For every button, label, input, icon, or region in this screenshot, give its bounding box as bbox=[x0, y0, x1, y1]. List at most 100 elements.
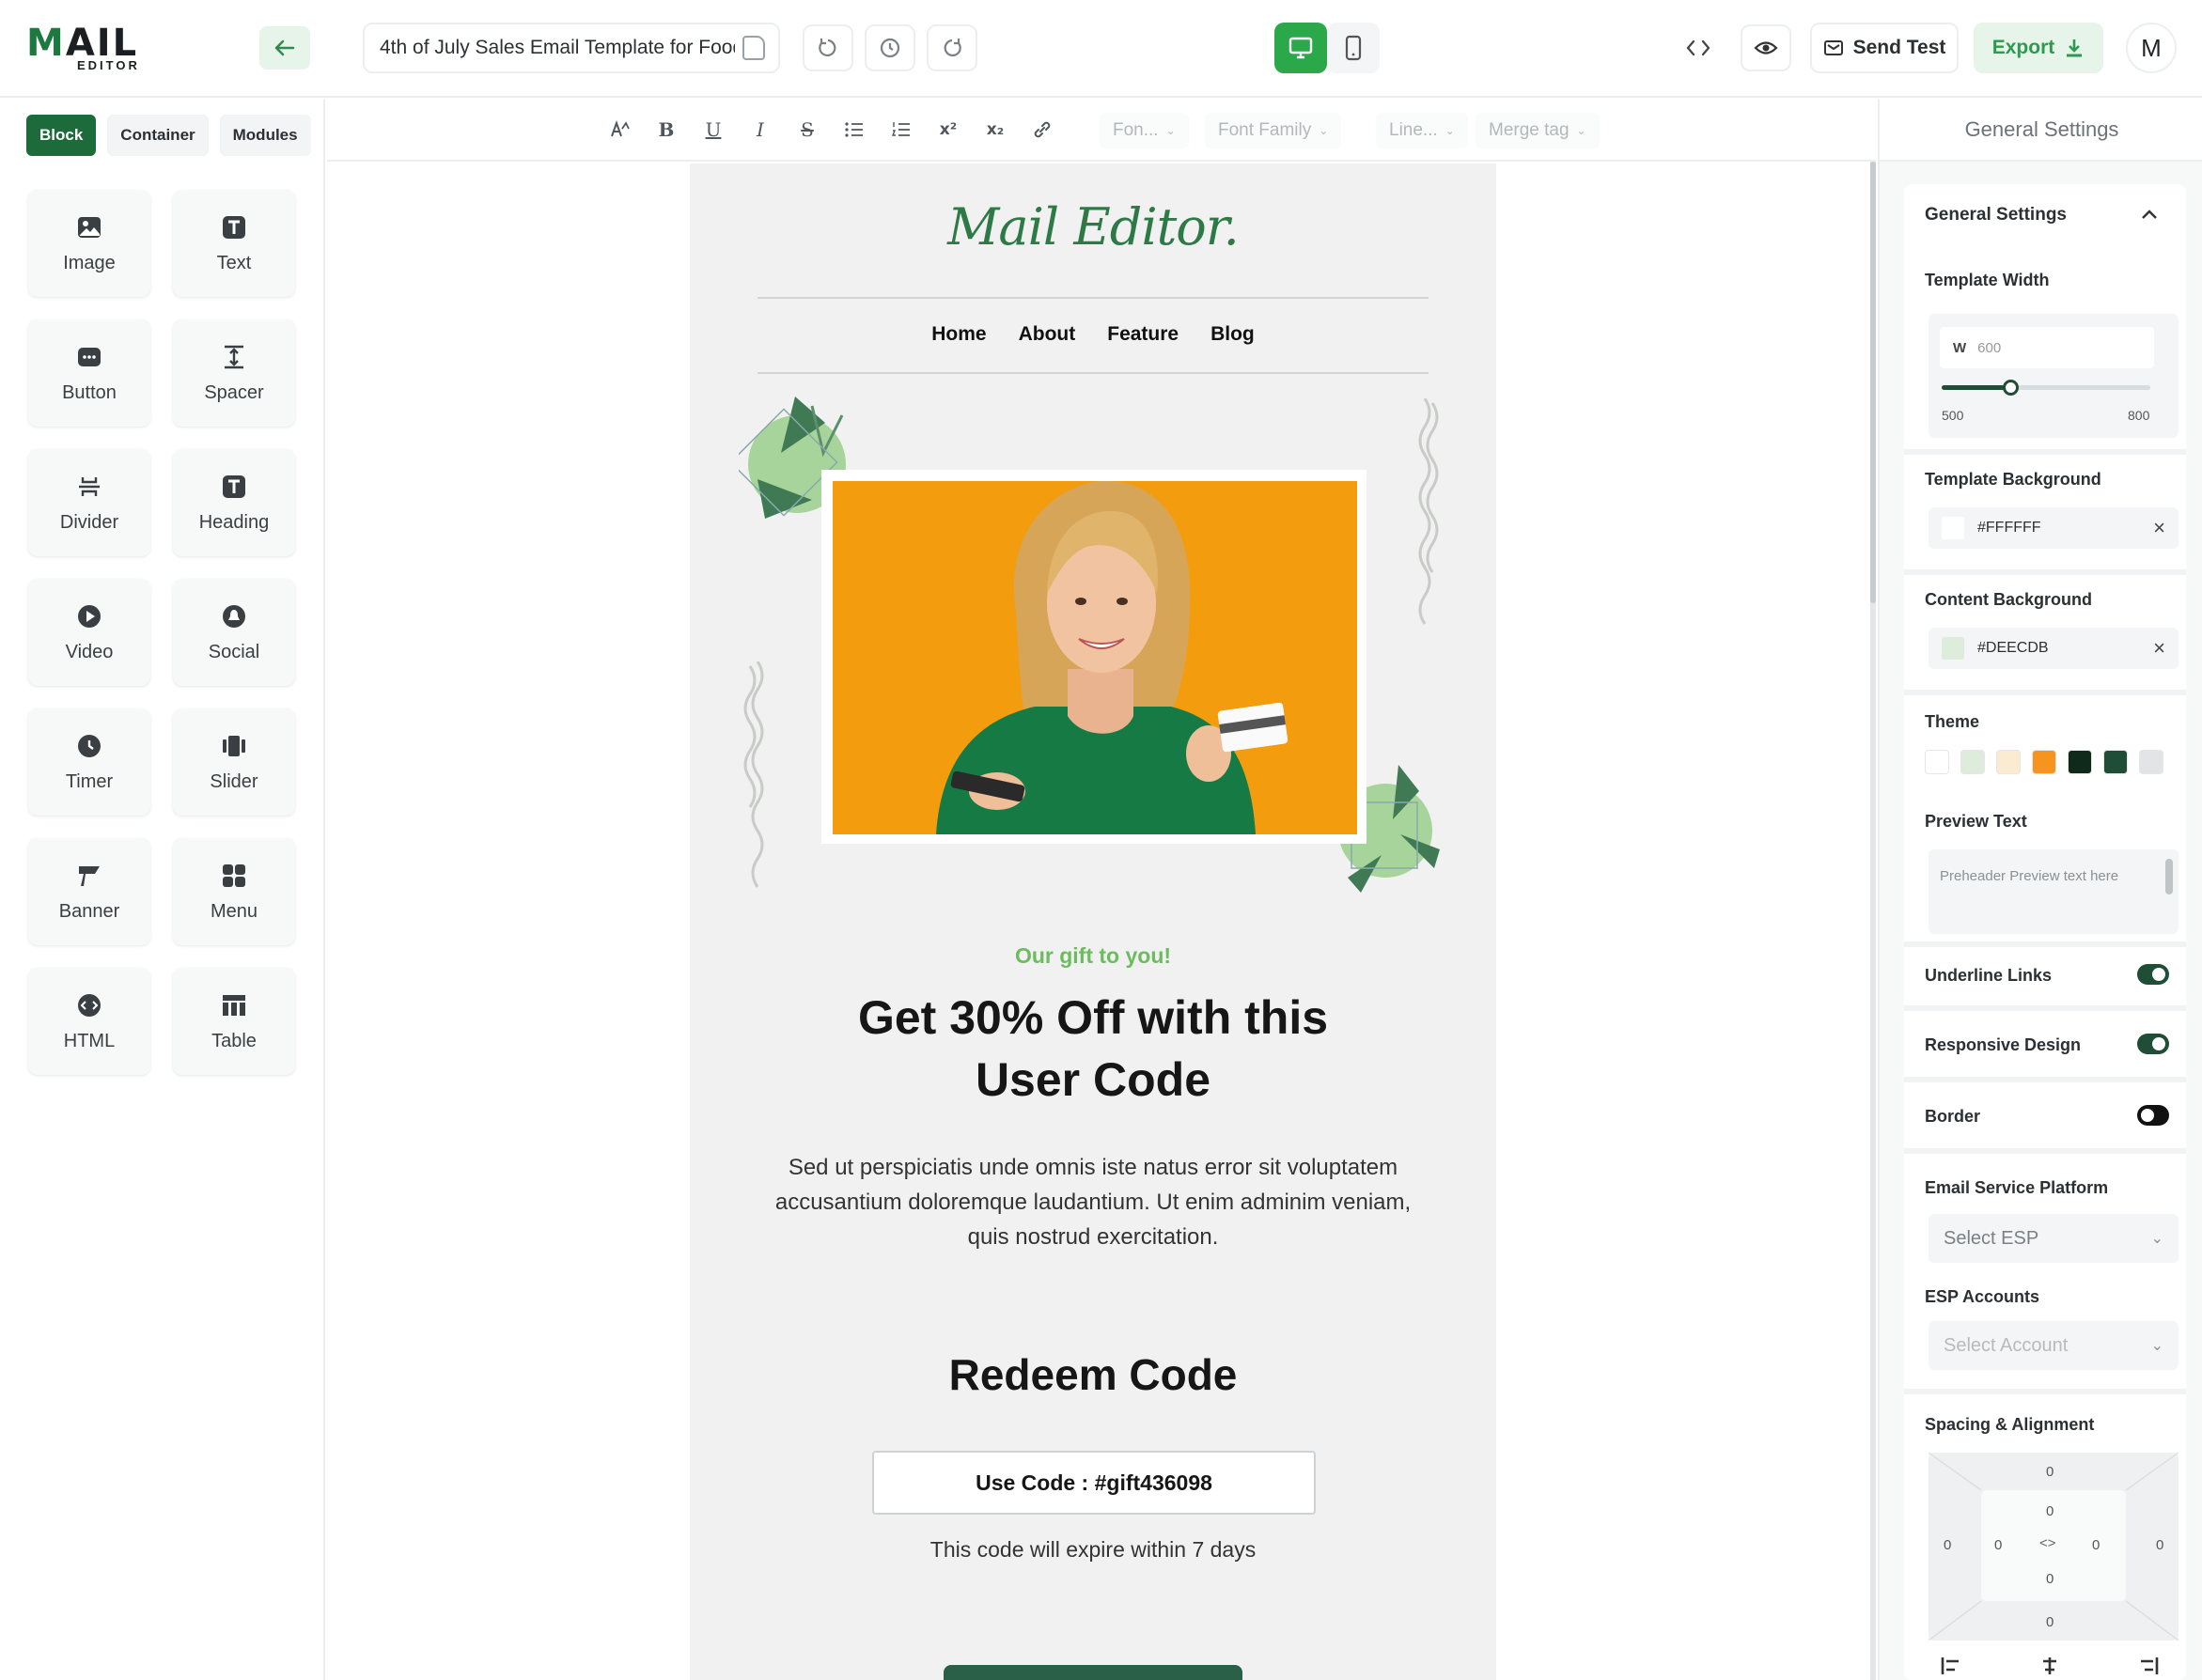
content-background-field[interactable]: #DEECDB × bbox=[1929, 628, 2179, 669]
superscript-icon[interactable]: x² bbox=[925, 111, 972, 148]
block-slider[interactable]: Slider bbox=[173, 708, 295, 816]
link-icon[interactable] bbox=[1019, 111, 1066, 148]
chevron-down-icon: ⌄ bbox=[1319, 124, 1329, 137]
strikethrough-icon[interactable]: S bbox=[784, 111, 831, 148]
document-icon[interactable] bbox=[742, 36, 765, 60]
padding-top-value[interactable]: 0 bbox=[2046, 1503, 2054, 1519]
expire-note[interactable]: This code will expire within 7 days bbox=[690, 1537, 1496, 1563]
theme-swatch-dark-green[interactable] bbox=[2103, 750, 2128, 774]
tab-container[interactable]: Container bbox=[107, 115, 209, 156]
align-right-icon[interactable] bbox=[2137, 1656, 2160, 1676]
theme-swatch-gray[interactable] bbox=[2139, 750, 2163, 774]
email-body-text[interactable]: Sed ut perspiciatis unde omnis iste natu… bbox=[765, 1150, 1421, 1254]
block-image[interactable]: Image bbox=[28, 190, 150, 297]
preview-button[interactable] bbox=[1741, 24, 1791, 71]
user-avatar[interactable]: M bbox=[2126, 23, 2177, 73]
block-video[interactable]: Video bbox=[28, 579, 150, 686]
canvas-scroll-thumb[interactable] bbox=[1870, 162, 1876, 603]
block-table[interactable]: Table bbox=[173, 968, 295, 1075]
responsive-design-toggle[interactable] bbox=[2137, 1034, 2169, 1054]
block-html[interactable]: HTML bbox=[28, 968, 150, 1075]
bullet-list-icon[interactable] bbox=[831, 111, 878, 148]
margin-top-value[interactable]: 0 bbox=[2046, 1464, 2054, 1480]
back-button[interactable] bbox=[259, 26, 310, 70]
export-button[interactable]: Export bbox=[1974, 23, 2103, 73]
align-center-icon[interactable] bbox=[2038, 1656, 2061, 1676]
underline-links-toggle[interactable] bbox=[2137, 964, 2169, 985]
subscript-icon[interactable]: x₂ bbox=[972, 111, 1019, 148]
block-divider[interactable]: Divider bbox=[28, 449, 150, 556]
preview-scrollbar[interactable] bbox=[2165, 859, 2173, 894]
send-test-button[interactable]: Send Test bbox=[1810, 23, 1959, 73]
code-view-button[interactable] bbox=[1673, 24, 1724, 71]
preview-text-input[interactable]: Preheader Preview text here bbox=[1929, 849, 2179, 934]
history-button[interactable] bbox=[865, 24, 915, 71]
italic-icon[interactable]: I bbox=[737, 111, 784, 148]
coupon-code-box[interactable]: Use Code : #gift436098 bbox=[872, 1451, 1316, 1515]
block-text[interactable]: Text bbox=[173, 190, 295, 297]
margin-bottom-value[interactable]: 0 bbox=[2046, 1614, 2054, 1630]
image-icon bbox=[75, 213, 103, 241]
cta-button[interactable] bbox=[944, 1665, 1242, 1680]
content-background-swatch[interactable] bbox=[1942, 637, 1964, 660]
padding-bottom-value[interactable]: 0 bbox=[2046, 1571, 2054, 1587]
nav-item-home[interactable]: Home bbox=[931, 323, 986, 346]
font-size-select[interactable]: Fon... ⌄ bbox=[1100, 113, 1189, 148]
block-social[interactable]: Social bbox=[173, 579, 295, 686]
block-banner[interactable]: Banner bbox=[28, 838, 150, 945]
email-nav[interactable]: Home About Feature Blog bbox=[690, 323, 1496, 346]
text-color-icon[interactable] bbox=[596, 111, 643, 148]
hero-image[interactable] bbox=[833, 481, 1357, 834]
template-background-swatch[interactable] bbox=[1942, 517, 1964, 539]
block-heading[interactable]: Heading bbox=[173, 449, 295, 556]
line-height-select[interactable]: Line... ⌄ bbox=[1376, 113, 1468, 148]
padding-left-value[interactable]: 0 bbox=[1994, 1537, 2002, 1553]
align-left-icon[interactable] bbox=[1940, 1656, 1962, 1676]
clear-icon[interactable]: × bbox=[2153, 636, 2165, 661]
section-title[interactable]: General Settings bbox=[1925, 205, 2067, 226]
width-input[interactable]: W 600 bbox=[1940, 327, 2154, 368]
underline-icon[interactable]: U bbox=[690, 111, 737, 148]
bold-icon[interactable]: B bbox=[643, 111, 690, 148]
theme-swatch-white[interactable] bbox=[1925, 750, 1949, 774]
theme-swatch-black-green[interactable] bbox=[2068, 750, 2092, 774]
email-headline[interactable]: Get 30% Off with this User Code bbox=[690, 987, 1496, 1111]
theme-swatch-mint[interactable] bbox=[1960, 750, 1985, 774]
account-select[interactable]: Select Account ⌄ bbox=[1929, 1321, 2179, 1370]
gift-label[interactable]: Our gift to you! bbox=[690, 943, 1496, 969]
mobile-view-button[interactable] bbox=[1327, 23, 1380, 73]
nav-item-feature[interactable]: Feature bbox=[1107, 323, 1179, 346]
link-spacing-icon[interactable]: <> bbox=[2039, 1535, 2056, 1551]
tab-modules[interactable]: Modules bbox=[219, 115, 311, 156]
undo-button[interactable] bbox=[803, 24, 853, 71]
chevron-up-icon[interactable] bbox=[2141, 209, 2158, 220]
theme-swatch-orange[interactable] bbox=[2032, 750, 2056, 774]
block-menu[interactable]: Menu bbox=[173, 838, 295, 945]
redeem-title[interactable]: Redeem Code bbox=[690, 1349, 1496, 1400]
merge-tag-select[interactable]: Merge tag ⌄ bbox=[1476, 113, 1600, 148]
font-family-select[interactable]: Font Family ⌄ bbox=[1205, 113, 1342, 148]
clear-icon[interactable]: × bbox=[2153, 516, 2165, 540]
nav-item-blog[interactable]: Blog bbox=[1210, 323, 1255, 346]
template-background-field[interactable]: #FFFFFF × bbox=[1929, 507, 2179, 549]
block-spacer[interactable]: Spacer bbox=[173, 319, 295, 427]
email-logo[interactable]: Mail Editor. bbox=[690, 197, 1496, 257]
block-timer[interactable]: Timer bbox=[28, 708, 150, 816]
margin-left-value[interactable]: 0 bbox=[1944, 1537, 1951, 1553]
template-title-input[interactable]: 4th of July Sales Email Template for Foo… bbox=[363, 23, 780, 73]
text-icon bbox=[220, 213, 248, 241]
numbered-list-icon[interactable] bbox=[878, 111, 925, 148]
padding-right-value[interactable]: 0 bbox=[2092, 1537, 2100, 1553]
width-slider[interactable] bbox=[1942, 380, 2150, 396]
redo-button[interactable] bbox=[927, 24, 977, 71]
width-slider-handle[interactable] bbox=[2003, 380, 2020, 396]
theme-swatch-cream[interactable] bbox=[1996, 750, 2021, 774]
desktop-view-button[interactable] bbox=[1274, 23, 1327, 73]
border-toggle[interactable] bbox=[2137, 1105, 2169, 1126]
margin-right-value[interactable]: 0 bbox=[2156, 1537, 2163, 1553]
nav-item-about[interactable]: About bbox=[1019, 323, 1076, 346]
esp-select[interactable]: Select ESP ⌄ bbox=[1929, 1214, 2179, 1263]
email-template[interactable]: Mail Editor. Home About Feature Blog Our… bbox=[690, 163, 1496, 1680]
tab-block[interactable]: Block bbox=[26, 115, 97, 156]
block-button[interactable]: Button bbox=[28, 319, 150, 427]
